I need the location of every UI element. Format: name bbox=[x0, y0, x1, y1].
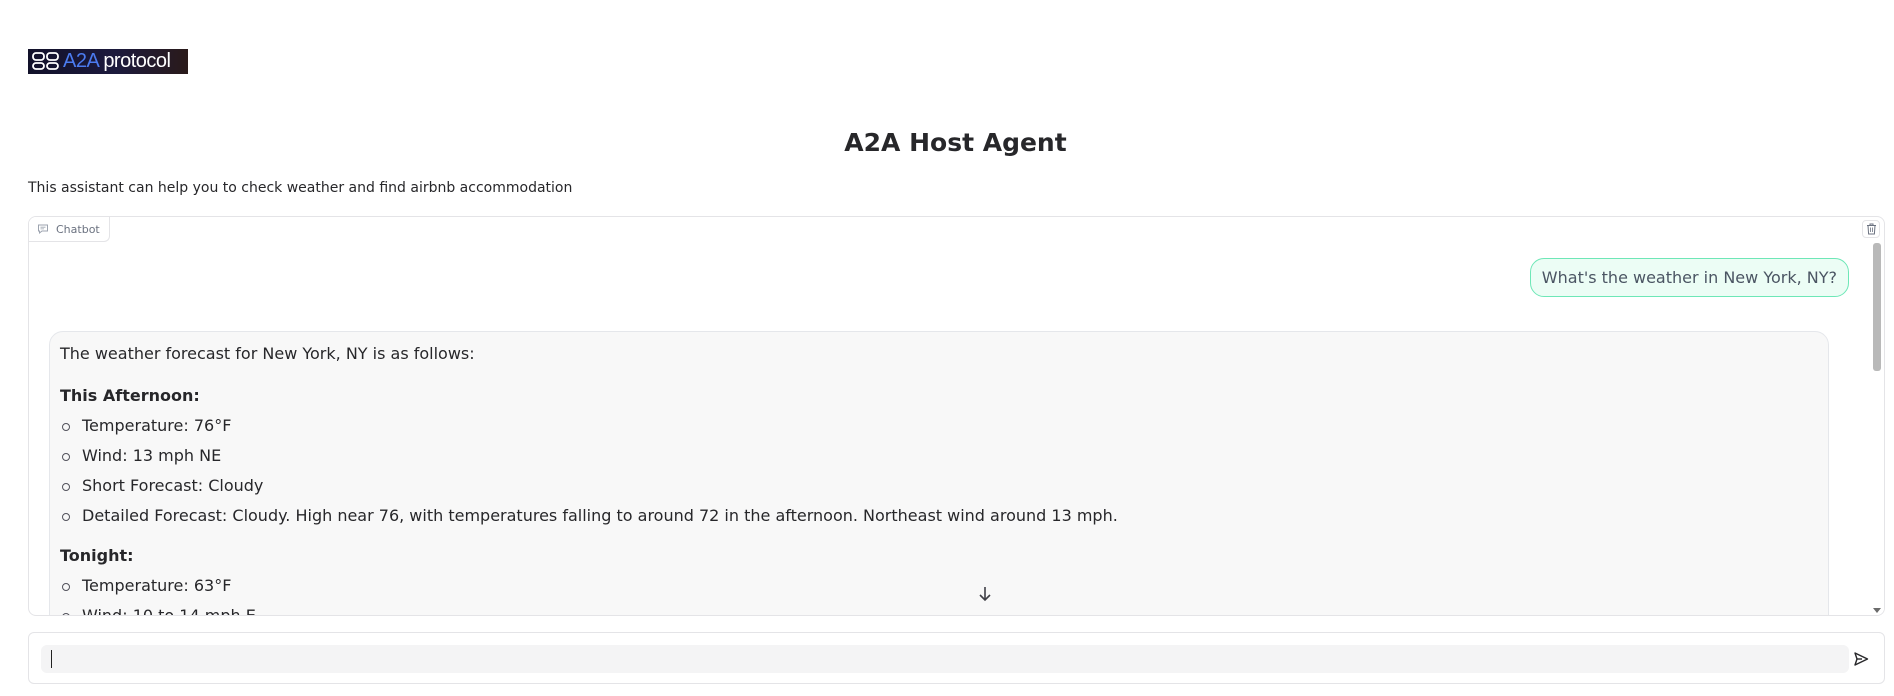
send-icon bbox=[1854, 652, 1869, 666]
chatbot-panel: Chatbot What's the weather in New York, … bbox=[28, 216, 1885, 616]
text-caret bbox=[51, 650, 52, 668]
clear-chat-button[interactable] bbox=[1862, 220, 1880, 238]
chat-bubble-icon bbox=[38, 224, 48, 235]
scroll-down-arrow-icon[interactable] bbox=[1873, 608, 1881, 613]
chat-scrollbar[interactable] bbox=[1870, 240, 1884, 615]
list-item: Wind: 10 to 14 mph E bbox=[60, 606, 1818, 615]
assistant-intro-text: The weather forecast for New York, NY is… bbox=[60, 344, 475, 363]
message-input[interactable] bbox=[41, 645, 1849, 673]
tonight-forecast-list: Temperature: 63°F Wind: 10 to 14 mph E bbox=[60, 576, 1818, 615]
user-message-text: What's the weather in New York, NY? bbox=[1541, 268, 1837, 287]
afternoon-forecast-list: Temperature: 76°F Wind: 13 mph NE Short … bbox=[60, 416, 1818, 536]
chatbot-label-text: Chatbot bbox=[56, 222, 100, 236]
list-item: Detailed Forecast: Cloudy. High near 76,… bbox=[60, 506, 1818, 536]
trash-icon bbox=[1866, 223, 1876, 235]
user-message-bubble: What's the weather in New York, NY? bbox=[1529, 258, 1849, 297]
send-button[interactable] bbox=[1850, 648, 1872, 670]
page-title: A2A Host Agent bbox=[844, 128, 1067, 157]
a2a-protocol-logo: A2A protocol bbox=[28, 49, 188, 74]
logo-a2a-text: A2A bbox=[63, 50, 100, 72]
chatbot-label: Chatbot bbox=[29, 217, 110, 242]
message-input-panel bbox=[28, 632, 1885, 684]
list-item: Temperature: 63°F bbox=[60, 576, 1818, 606]
page-description: This assistant can help you to check wea… bbox=[28, 180, 573, 196]
a2a-logo-mark-icon bbox=[32, 52, 59, 70]
chat-scrollbar-thumb[interactable] bbox=[1873, 243, 1881, 371]
forecast-heading-afternoon: This Afternoon: bbox=[60, 386, 200, 405]
forecast-heading-tonight: Tonight: bbox=[60, 546, 134, 565]
assistant-message-bubble: The weather forecast for New York, NY is… bbox=[49, 331, 1829, 615]
app-root: A2A protocol A2A Host Agent This assista… bbox=[0, 0, 1894, 696]
list-item: Wind: 13 mph NE bbox=[60, 446, 1818, 476]
scroll-to-bottom-button[interactable] bbox=[974, 583, 996, 605]
list-item: Short Forecast: Cloudy bbox=[60, 476, 1818, 506]
list-item: Temperature: 76°F bbox=[60, 416, 1818, 446]
logo-protocol-text: protocol bbox=[103, 50, 171, 72]
arrow-down-icon bbox=[979, 587, 991, 602]
